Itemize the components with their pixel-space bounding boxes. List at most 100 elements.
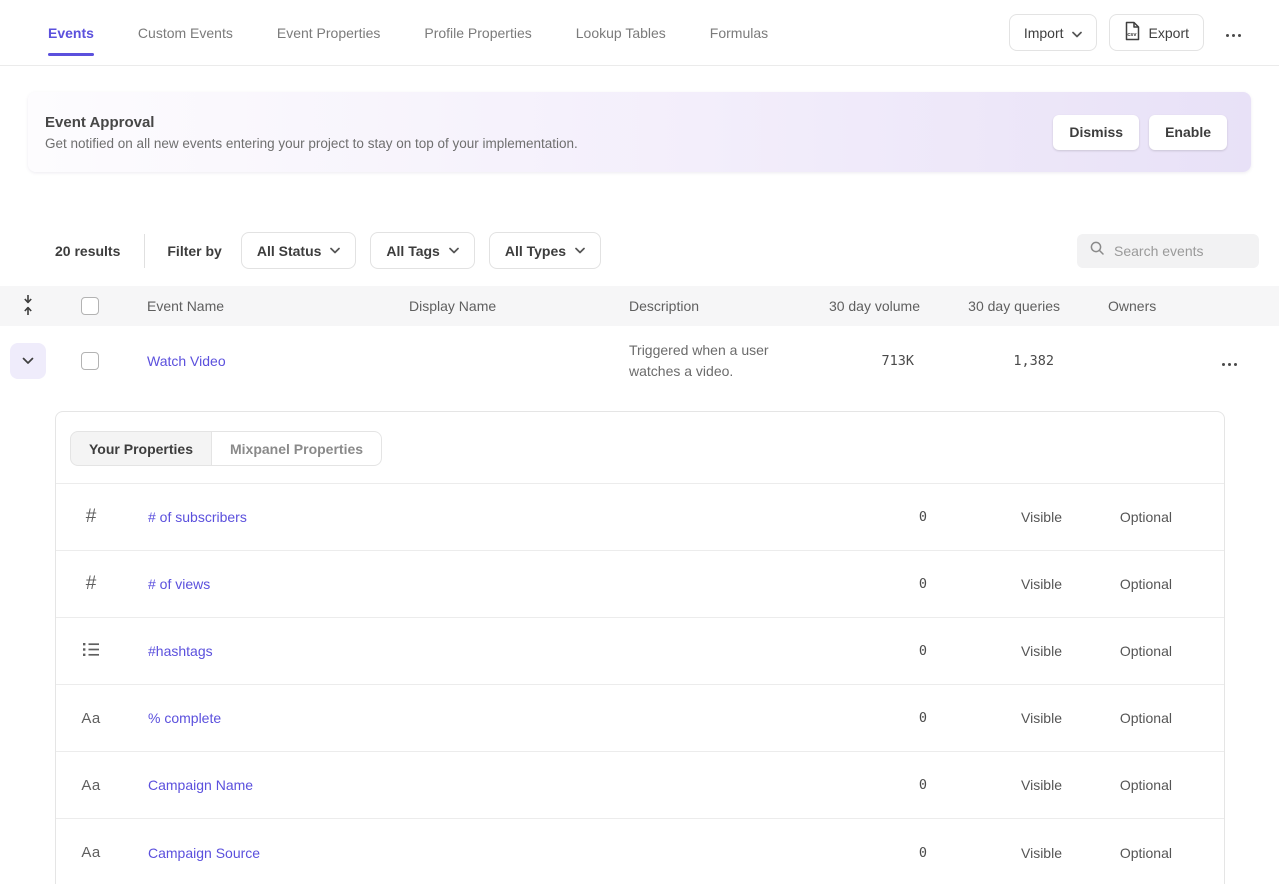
tab-your-properties[interactable]: Your Properties (70, 431, 212, 466)
number-type-icon: # (86, 506, 97, 528)
property-count: 0 (853, 509, 933, 525)
property-row-complete: # Aa % complete 0 Visible Optional (56, 685, 1224, 752)
top-nav: Events Custom Events Event Properties Profi… (0, 0, 1279, 66)
properties-tab-bar: Your PropertiesMixpanel Properties (56, 412, 1224, 484)
property-visibility: Visible (933, 710, 1062, 726)
all-status-label: All Status (257, 243, 322, 259)
banner-description: Get notified on all new events entering … (45, 136, 578, 151)
all-tags-dropdown[interactable]: All Tags (370, 232, 474, 269)
filter-by-label: Filter by (167, 243, 221, 259)
properties-segmented-control: Your PropertiesMixpanel Properties (70, 431, 382, 466)
tab-lookup-tables[interactable]: Lookup Tables (576, 21, 666, 45)
banner-title: Event Approval (45, 114, 578, 131)
import-button[interactable]: Import (1009, 14, 1097, 51)
text-type-icon: Aa (81, 710, 100, 727)
all-status-dropdown[interactable]: All Status (241, 232, 357, 269)
property-visibility: Visible (933, 845, 1062, 861)
event-approval-banner: Event Approval Get notified on all new e… (28, 92, 1251, 172)
tab-profile-properties[interactable]: Profile Properties (424, 21, 531, 45)
volume-cell: 713K (799, 353, 920, 369)
results-count: 20 results (55, 243, 120, 259)
property-requirement: Optional (1062, 576, 1172, 592)
csv-file-icon: csv (1124, 21, 1141, 44)
property-visibility: Visible (933, 509, 1062, 525)
header-owners: Owners (1060, 298, 1180, 314)
row-more-options-button[interactable] (1212, 348, 1247, 375)
property-count: 0 (853, 777, 933, 793)
property-requirement: Optional (1062, 710, 1172, 726)
svg-text:csv: csv (1127, 32, 1137, 38)
event-properties-panel: Your PropertiesMixpanel Properties # Aa … (55, 411, 1225, 884)
banner-text: Event Approval Get notified on all new e… (45, 114, 578, 151)
all-types-label: All Types (505, 243, 566, 259)
description-cell: Triggered when a user watches a video. (607, 340, 799, 382)
lexicon-page: Events Custom Events Event Properties Profi… (0, 0, 1279, 884)
property-name-link[interactable]: #hashtags (148, 643, 213, 659)
property-count: 0 (853, 643, 933, 659)
export-button-label: Export (1149, 25, 1189, 41)
property-name-link[interactable]: % complete (148, 710, 221, 726)
header-description: Description (607, 298, 799, 314)
property-requirement: Optional (1062, 643, 1172, 659)
event-name-link[interactable]: Watch Video (147, 353, 226, 369)
property-visibility: Visible (933, 576, 1062, 592)
banner-actions: Dismiss Enable (1053, 115, 1227, 150)
import-button-label: Import (1024, 25, 1064, 41)
divider (144, 234, 145, 268)
property-name-link[interactable]: Campaign Name (148, 777, 253, 793)
tab-events[interactable]: Events (48, 21, 94, 45)
collapse-all-icon[interactable] (21, 294, 35, 319)
ellipsis-icon (1222, 363, 1237, 366)
header-volume: 30 day volume (799, 298, 920, 314)
chevron-down-icon (449, 247, 459, 254)
ellipsis-icon (1226, 34, 1241, 37)
all-types-dropdown[interactable]: All Types (489, 232, 601, 269)
filter-left: 20 results Filter by All Status All Tags… (55, 232, 615, 269)
queries-cell: 1,382 (920, 353, 1060, 369)
header-display-name: Display Name (387, 298, 607, 314)
search-events-box[interactable] (1077, 234, 1259, 268)
property-requirement: Optional (1062, 845, 1172, 861)
list-type-icon (83, 642, 100, 660)
tab-custom-events[interactable]: Custom Events (138, 21, 233, 45)
events-table-header: Event Name Display Name Description 30 d… (0, 286, 1279, 326)
property-name-link[interactable]: # of views (148, 576, 210, 592)
tab-mixpanel-properties[interactable]: Mixpanel Properties (212, 431, 382, 466)
property-row-campaign-source: # Aa Campaign Source 0 Visible Optional (56, 819, 1224, 884)
property-visibility: Visible (933, 643, 1062, 659)
collapse-row-button[interactable] (10, 343, 46, 379)
property-row-hashtags: # Aa #hashtags 0 Visible Optional (56, 618, 1224, 685)
property-requirement: Optional (1062, 777, 1172, 793)
all-tags-label: All Tags (386, 243, 439, 259)
tab-event-properties[interactable]: Event Properties (277, 21, 381, 45)
text-type-icon: Aa (81, 844, 100, 861)
number-type-icon: # (86, 573, 97, 595)
select-all-checkbox[interactable] (81, 297, 99, 315)
row-checkbox[interactable] (81, 352, 99, 370)
tab-formulas[interactable]: Formulas (710, 21, 768, 45)
chevron-down-icon (1072, 25, 1082, 41)
property-visibility: Visible (933, 777, 1062, 793)
property-count: 0 (853, 845, 933, 861)
properties-list: # Aa # of subscribers 0 Visible Optional… (56, 484, 1224, 884)
header-event-name: Event Name (125, 298, 387, 314)
nav-tabs: Events Custom Events Event Properties Profi… (48, 21, 768, 45)
filter-bar: 20 results Filter by All Status All Tags… (0, 232, 1279, 269)
property-requirement: Optional (1062, 509, 1172, 525)
chevron-down-icon (330, 247, 340, 254)
property-row-of-views: # Aa # of views 0 Visible Optional (56, 551, 1224, 618)
property-row-campaign-name: # Aa Campaign Name 0 Visible Optional (56, 752, 1224, 819)
dismiss-button[interactable]: Dismiss (1053, 115, 1139, 150)
property-count: 0 (853, 576, 933, 592)
header-queries: 30 day queries (920, 298, 1060, 314)
more-options-button[interactable] (1216, 19, 1251, 46)
chevron-down-icon (575, 247, 585, 254)
property-count: 0 (853, 710, 933, 726)
enable-button[interactable]: Enable (1149, 115, 1227, 150)
search-input[interactable] (1114, 243, 1247, 259)
property-name-link[interactable]: Campaign Source (148, 845, 260, 861)
search-icon (1089, 240, 1105, 261)
export-button[interactable]: csv Export (1109, 14, 1204, 51)
property-name-link[interactable]: # of subscribers (148, 509, 247, 525)
property-row-of-subscribers: # Aa # of subscribers 0 Visible Optional (56, 484, 1224, 551)
